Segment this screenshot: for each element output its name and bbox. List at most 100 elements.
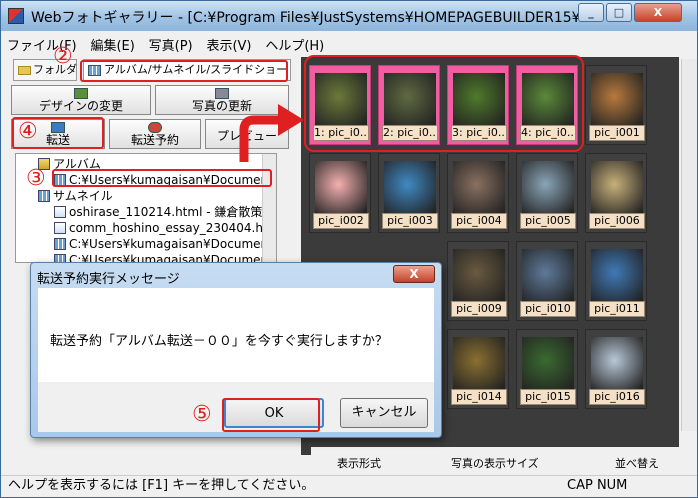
photo-caption: pic_i011 [589, 301, 645, 317]
display-size-button[interactable]: 写真の表示サイズ [451, 455, 539, 471]
photo-thumbnail[interactable]: 3: pic_i0... [447, 65, 509, 145]
album-item-icon [54, 174, 66, 186]
photo-image [522, 161, 574, 213]
photo-caption: pic_i010 [520, 301, 576, 317]
photo-thumbnail[interactable]: pic_i015 [516, 329, 578, 409]
tree-item[interactable]: comm_hoshino_essay_230404.html [54, 220, 277, 236]
photo-caption: pic_i016 [589, 389, 645, 405]
photo-caption: pic_i002 [313, 213, 369, 229]
update-label: 写真の更新 [191, 99, 252, 113]
photo-thumbnail[interactable]: pic_i001 [585, 65, 647, 145]
photo-thumbnail[interactable]: pic_i002 [309, 153, 371, 233]
preview-button[interactable]: プレビュー [205, 119, 289, 149]
tree-album-path[interactable]: C:¥Users¥kumagaisan¥Documents¥ [54, 172, 277, 188]
tab-album-label: アルバム/サムネイル/スライドショー [104, 63, 288, 76]
tree-item[interactable]: oshirase_110214.html - 鎌倉散策 [54, 204, 262, 220]
photo-caption: 4: pic_i0... [520, 125, 576, 141]
photo-image [453, 249, 505, 301]
update-icon [215, 88, 229, 99]
preview-label: プレビュー [216, 129, 277, 143]
photo-image [384, 161, 436, 213]
transfer-icon [51, 122, 65, 133]
tree-thumbnail[interactable]: サムネイル [38, 188, 113, 204]
tree-item[interactable]: C:¥Users¥kumagaisan¥Documents¥ [54, 236, 277, 252]
tree-album-label: アルバム [53, 157, 101, 171]
thumbnail-icon [38, 190, 50, 202]
view-toolbar: 表示形式 写真の表示サイズ 並べ替え [311, 447, 679, 473]
menu-bar: ファイル(F) 編集(E) 写真(P) 表示(V) ヘルプ(H) [1, 31, 697, 55]
menu-edit[interactable]: 編集(E) [86, 31, 138, 58]
status-help-text: ヘルプを表示するには [F1] キーを押してください。 [8, 478, 315, 493]
schedule-label: 転送予約 [130, 133, 179, 147]
photo-caption: pic_i003 [382, 213, 438, 229]
step-5-marker: ⑤ [192, 402, 212, 427]
display-format-button[interactable]: 表示形式 [337, 455, 381, 471]
step-4-marker: ④ [18, 119, 38, 144]
photo-thumbnail[interactable]: 2: pic_i0... [378, 65, 440, 145]
photo-thumbnail[interactable]: pic_i010 [516, 241, 578, 321]
ok-button[interactable]: OK [224, 398, 324, 428]
photo-thumbnail[interactable]: pic_i016 [585, 329, 647, 409]
design-icon [74, 88, 88, 99]
gallery-scrollbar[interactable] [681, 59, 697, 431]
minimize-button[interactable]: _ [578, 3, 604, 22]
status-caps: CAP NUM [567, 478, 628, 493]
design-label: デザインの変更 [38, 99, 123, 113]
photo-caption: 1: pic_i0... [313, 125, 369, 141]
photo-thumbnail[interactable]: pic_i014 [447, 329, 509, 409]
menu-help[interactable]: ヘルプ(H) [261, 31, 328, 58]
tree-item-label: C:¥Users¥kumagaisan¥Documents¥ [69, 237, 277, 251]
photo-image [453, 73, 505, 125]
dialog-close-button[interactable]: X [393, 265, 435, 283]
title-bar: Webフォトギャラリー - [C:¥Program Files¥JustSyst… [1, 1, 697, 31]
step-2-marker: ② [53, 44, 73, 69]
photo-image [453, 337, 505, 389]
photo-caption: 2: pic_i0... [382, 125, 438, 141]
photo-thumbnail[interactable]: 4: pic_i0... [516, 65, 578, 145]
page-icon [54, 206, 66, 218]
grid-icon [54, 238, 66, 250]
sort-button[interactable]: 並べ替え [615, 455, 659, 471]
photo-thumbnail[interactable]: pic_i009 [447, 241, 509, 321]
status-bar: ヘルプを表示するには [F1] キーを押してください。 CAP NUM [1, 475, 697, 497]
photo-image [522, 249, 574, 301]
photo-update-button[interactable]: 写真の更新 [155, 85, 289, 115]
photo-image [315, 161, 367, 213]
maximize-button[interactable]: □ [606, 3, 632, 22]
photo-caption: pic_i014 [451, 389, 507, 405]
photo-image [591, 249, 643, 301]
photo-caption: pic_i001 [589, 125, 645, 141]
photo-thumbnail[interactable]: pic_i006 [585, 153, 647, 233]
window-title: Webフォトギャラリー - [C:¥Program Files¥JustSyst… [31, 10, 594, 26]
close-button[interactable]: X [634, 3, 682, 22]
page-icon [54, 222, 66, 234]
transfer-schedule-button[interactable]: 転送予約 [109, 119, 201, 149]
tree-album-path-label: C:¥Users¥kumagaisan¥Documents¥ [69, 173, 277, 187]
photo-image [591, 337, 643, 389]
tree-item-label: comm_hoshino_essay_230404.html [69, 221, 277, 235]
photo-thumbnail[interactable]: pic_i011 [585, 241, 647, 321]
menu-view[interactable]: 表示(V) [202, 31, 255, 58]
photo-image [591, 73, 643, 125]
menu-photo[interactable]: 写真(P) [145, 31, 197, 58]
folder-icon [18, 65, 31, 75]
photo-image [522, 337, 574, 389]
photo-thumbnail[interactable]: pic_i003 [378, 153, 440, 233]
photo-thumbnail[interactable]: pic_i004 [447, 153, 509, 233]
album-tree: アルバム C:¥Users¥kumagaisan¥Documents¥ サムネイ… [15, 153, 277, 263]
design-change-button[interactable]: デザインの変更 [11, 85, 151, 115]
tab-album[interactable]: アルバム/サムネイル/スライドショー [83, 59, 291, 81]
dialog-title: 転送予約実行メッセージ [37, 272, 180, 287]
confirm-dialog: 転送予約実行メッセージ X 転送予約「アルバム転送－００」を今すぐ実行しますか？… [30, 262, 442, 438]
cancel-button[interactable]: キャンセル [340, 398, 428, 428]
photo-caption: 3: pic_i0... [451, 125, 507, 141]
dialog-footer: OK キャンセル [38, 382, 434, 432]
tree-thumbnail-label: サムネイル [53, 189, 113, 203]
photo-caption: pic_i004 [451, 213, 507, 229]
tree-album[interactable]: アルバム [38, 156, 101, 172]
photo-caption: pic_i015 [520, 389, 576, 405]
photo-thumbnail[interactable]: 1: pic_i0... [309, 65, 371, 145]
tree-scrollbar[interactable] [262, 154, 276, 262]
step-3-marker: ③ [26, 166, 46, 191]
photo-thumbnail[interactable]: pic_i005 [516, 153, 578, 233]
